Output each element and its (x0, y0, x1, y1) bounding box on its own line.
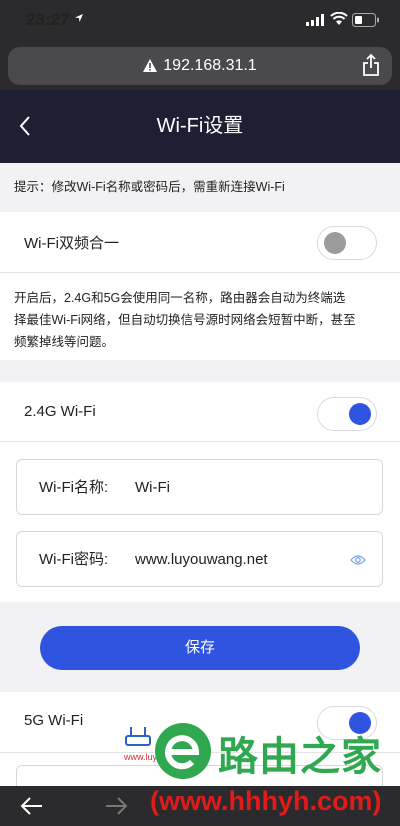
browser-back-icon[interactable] (20, 796, 44, 816)
eye-icon[interactable] (350, 554, 366, 566)
watermark-logo-icon (155, 723, 211, 779)
wifi-password-label: Wi-Fi密码: (39, 551, 109, 568)
dual-band-description: 开启后，2.4G和5G会使用同一名称，路由器会自动为终端选 择最佳Wi-Fi网络… (0, 272, 400, 360)
wifi-password-input[interactable]: www.luyouwang.net (135, 532, 268, 588)
description-line: 频繁掉线等问题。 (14, 335, 115, 349)
page-title: Wi-Fi设置 (156, 115, 244, 137)
browser-forward-icon[interactable] (104, 796, 128, 816)
toggle-knob (349, 403, 371, 425)
tip-text: 提示：修改Wi-Fi名称或密码后，需重新连接Wi-Fi (0, 163, 400, 212)
wifi-24g-toggle[interactable] (317, 397, 377, 431)
router-watermark-icon (125, 727, 151, 746)
wifi-name-label: Wi-Fi名称: (39, 479, 109, 496)
wifi-password-field[interactable]: Wi-Fi密码: www.luyouwang.net (16, 531, 383, 587)
cellular-signal-icon (306, 14, 324, 26)
watermark-brand: 路由之家 (218, 735, 382, 779)
save-button[interactable]: 保存 (40, 626, 360, 670)
url-text: 192.168.31.1 (163, 57, 257, 74)
wifi-5g-label: 5G Wi-Fi (24, 712, 84, 729)
description-line: 开启后，2.4G和5G会使用同一名称，路由器会自动为终端选 (14, 291, 346, 305)
dual-band-toggle[interactable] (317, 226, 377, 260)
wifi-name-field[interactable]: Wi-Fi名称: Wi-Fi (16, 459, 383, 515)
wifi-24g-row: 2.4G Wi-Fi (0, 382, 400, 442)
watermark-url: (www.hhhyh.com) (150, 786, 382, 816)
section-divider (0, 360, 400, 382)
location-arrow-icon (75, 14, 83, 22)
wifi-24g-label: 2.4G Wi-Fi (24, 403, 96, 420)
dual-band-label: Wi-Fi双频合一 (24, 235, 119, 252)
wifi-signal-icon (330, 12, 348, 25)
description-line: 择最佳Wi-Fi网络，但自动切换信号源时网络会短暂中断，甚至 (14, 313, 356, 327)
wifi-name-input[interactable]: Wi-Fi (135, 460, 170, 516)
warning-icon (143, 59, 158, 73)
address-bar-text[interactable]: 192.168.31.1 (0, 47, 400, 85)
battery-icon (352, 13, 379, 27)
status-time: 23:27 (26, 10, 70, 29)
toggle-knob (324, 232, 346, 254)
share-icon[interactable] (362, 54, 380, 76)
dual-band-row: Wi-Fi双频合一 (0, 212, 400, 272)
